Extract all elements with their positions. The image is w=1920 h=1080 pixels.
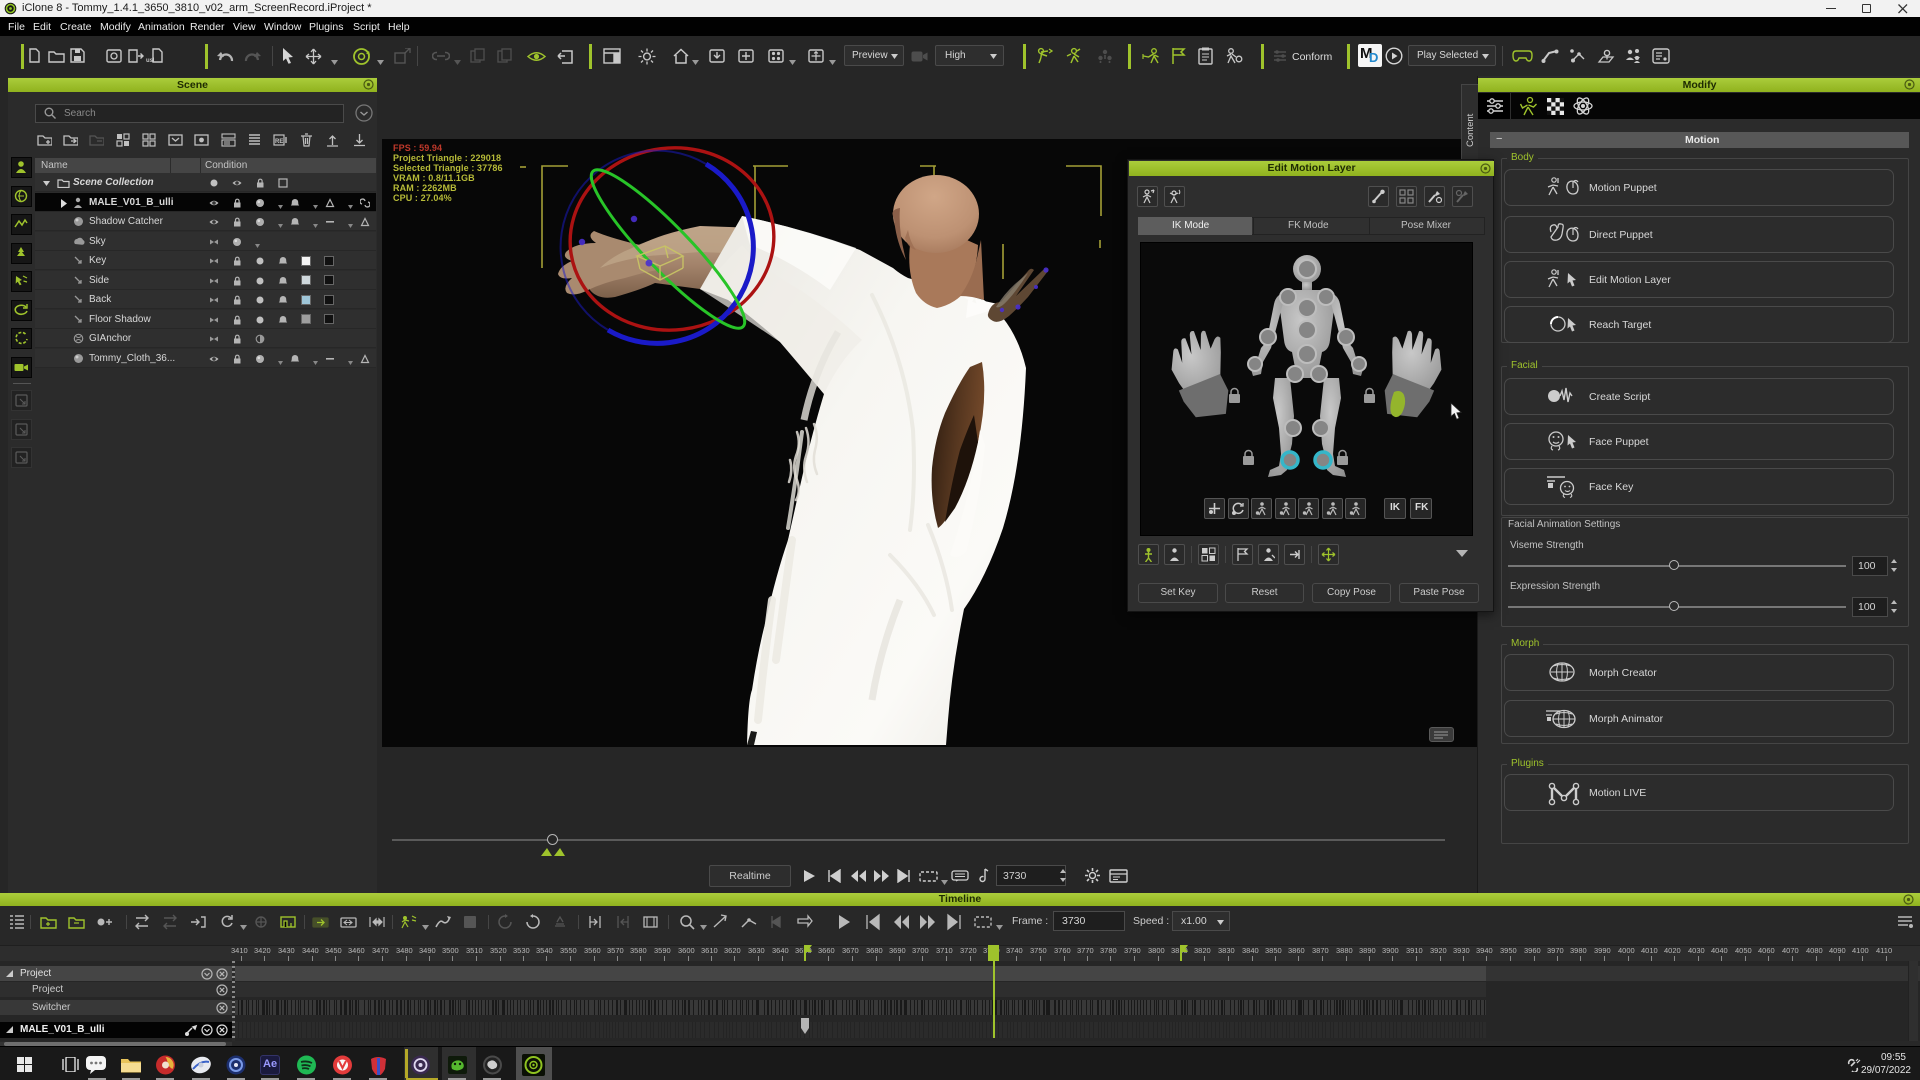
svg-text:RE: RE <box>275 139 283 145</box>
svg-text:usb: usb <box>146 58 154 63</box>
